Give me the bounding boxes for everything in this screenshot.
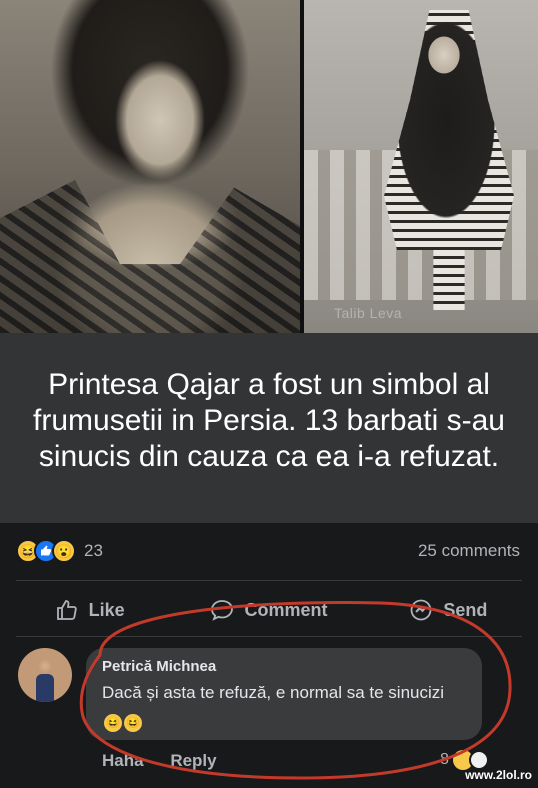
send-label: Send: [443, 599, 488, 620]
like-button[interactable]: Like: [0, 590, 179, 630]
post-image[interactable]: Talib Leva: [0, 0, 538, 333]
comment-reaction-count: 8: [440, 751, 449, 768]
wow-icon: 😮: [52, 539, 76, 563]
send-button[interactable]: Send: [359, 590, 538, 630]
comment-reactions[interactable]: 8: [440, 750, 489, 770]
haha-icon: 😆: [124, 714, 142, 732]
haha-reaction-link[interactable]: Haha: [102, 751, 144, 770]
portrait-photo-left: [0, 0, 300, 333]
shawl-pattern: [0, 180, 300, 333]
photo-watermark: Talib Leva: [334, 305, 403, 321]
comment-label: Comment: [244, 599, 328, 620]
divider: [16, 636, 522, 637]
portrait-photo-right: Talib Leva: [304, 0, 538, 333]
reply-link[interactable]: Reply: [170, 751, 216, 770]
avatar-figure: [36, 674, 54, 702]
comment-icon: [210, 598, 234, 622]
haha-icon: 😆: [104, 714, 122, 732]
comment-body: Dacă și asta te refuză, e normal sa te s…: [102, 683, 445, 702]
post-actions: Like Comment Send: [0, 590, 538, 630]
post-caption: Printesa Qajar a fost un simbol al frumu…: [33, 368, 505, 473]
comment-button[interactable]: Comment: [179, 590, 358, 630]
messenger-icon: [409, 598, 433, 622]
divider: [16, 580, 522, 581]
avatar[interactable]: [18, 648, 72, 702]
comment-text: Dacă și asta te refuză, e normal sa te s…: [102, 680, 462, 732]
reaction-summary[interactable]: 😆 😮 23: [16, 538, 103, 564]
wow-icon: [468, 750, 489, 770]
like-label: Like: [88, 599, 125, 620]
comment-bubble: Petrică Michnea Dacă și asta te refuză, …: [86, 648, 482, 740]
comment-author[interactable]: Petrică Michnea: [102, 658, 216, 675]
reaction-count: 23: [84, 541, 103, 560]
comments-count[interactable]: 25 comments: [418, 541, 520, 561]
thumbs-up-icon: [55, 598, 79, 622]
comment-actions: Haha Reply: [102, 751, 239, 771]
site-watermark: www.2lol.ro: [465, 768, 532, 782]
